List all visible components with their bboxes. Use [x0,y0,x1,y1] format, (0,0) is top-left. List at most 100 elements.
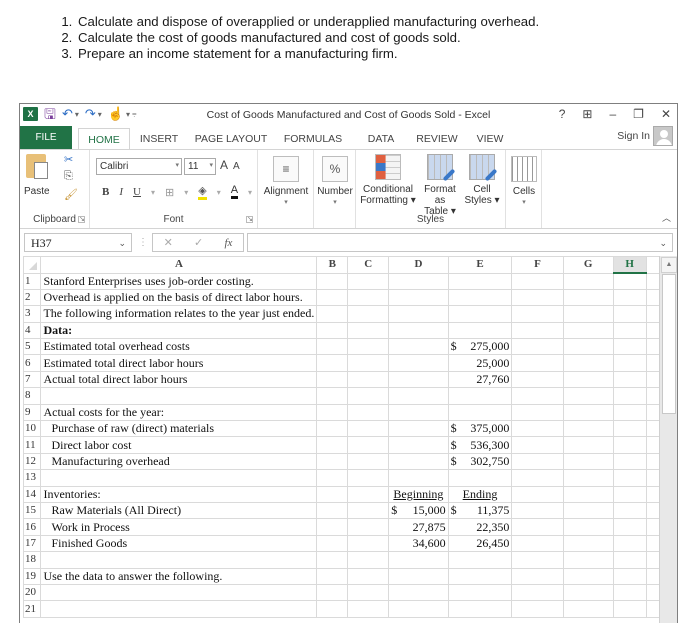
scrollbar-thumb[interactable] [662,274,676,414]
cell-f[interactable] [511,370,564,389]
conditional-formatting-button[interactable]: Conditional Formatting ▾ [360,154,416,206]
collapse-ribbon-icon[interactable]: ︿ [662,211,671,224]
grow-font-button[interactable]: A [220,158,233,172]
cell-d[interactable] [388,600,449,618]
alignment-button[interactable]: ≡ Alignment ▾ [260,156,312,208]
cell-b[interactable] [316,338,349,356]
expand-formula-bar-icon[interactable]: ⌄ [659,238,667,249]
cell-f[interactable] [511,305,564,323]
column-header-g[interactable]: G [562,256,614,274]
cell-h[interactable] [612,469,647,487]
cell-b[interactable] [316,600,349,618]
cell-e[interactable] [447,469,513,487]
tab-insert[interactable]: INSERT [134,128,184,150]
chevron-down-icon[interactable]: ⌄ [118,238,126,249]
cell-f[interactable] [511,420,564,438]
cell-f[interactable] [511,338,564,356]
cell-a[interactable]: Use the data to answer the following. [40,567,318,585]
cell-f[interactable] [511,387,564,405]
close-button[interactable]: ✕ [661,107,671,121]
cell-c[interactable] [347,551,390,569]
tab-page-layout[interactable]: PAGE LAYOUT [192,128,270,150]
row-header[interactable]: 6 [22,354,42,372]
cell-a[interactable]: Estimated total direct labor hours [40,354,318,372]
cell-g[interactable] [562,420,614,438]
cell-h[interactable] [612,338,647,356]
cell-styles-button[interactable]: Cell Styles ▾ [462,154,502,206]
cell-d[interactable]: $15,000 [388,501,449,520]
clipboard-launcher-icon[interactable]: ↘ [78,216,85,223]
cell-b[interactable] [316,272,349,290]
cell-f[interactable] [511,501,564,520]
cell-a[interactable] [40,551,318,569]
cell-h[interactable] [612,485,647,503]
cell-g[interactable] [562,338,614,356]
cell-f[interactable] [511,288,564,307]
cell-g[interactable] [562,567,614,585]
row-header[interactable]: 17 [22,534,42,553]
cell-h[interactable] [612,321,647,340]
cell-f[interactable] [511,485,564,503]
cell-d[interactable] [388,403,449,422]
help-button[interactable]: ? [559,107,566,121]
cell-g[interactable] [562,469,614,487]
cell-b[interactable] [316,534,349,553]
cell-b[interactable] [316,436,349,454]
row-header[interactable]: 4 [22,321,42,340]
cell-g[interactable] [562,534,614,553]
row-header[interactable]: 16 [22,518,42,536]
cell-c[interactable] [347,534,390,553]
cell-b[interactable] [316,501,349,520]
row-header[interactable]: 5 [22,338,42,356]
cell-h[interactable] [612,387,647,405]
sign-in-link[interactable]: Sign In [617,130,650,142]
column-header-h[interactable]: H [612,256,647,274]
cell-a[interactable] [40,387,318,405]
cell-b[interactable] [316,567,349,585]
cell-d[interactable] [388,305,449,323]
cell-b[interactable] [316,469,349,487]
cell-a[interactable]: Actual total direct labor hours [40,370,318,389]
cell-b[interactable] [316,288,349,307]
cell-h[interactable] [612,534,647,553]
cell-c[interactable] [347,583,390,602]
cell-e[interactable] [447,387,513,405]
column-header-d[interactable]: D [388,256,449,274]
cell-c[interactable] [347,354,390,372]
cell-g[interactable] [562,321,614,340]
cell-c[interactable] [347,501,390,520]
cell-e[interactable]: 26,450 [447,534,513,553]
cell-g[interactable] [562,387,614,405]
cell-e[interactable]: 22,350 [447,518,513,536]
column-header-e[interactable]: E [447,256,513,274]
cell-e[interactable] [447,272,513,290]
cell-g[interactable] [562,288,614,307]
underline-dropdown-icon[interactable]: ▾ [151,188,155,197]
cell-f[interactable] [511,600,564,618]
paste-button[interactable]: Paste [24,186,50,197]
cell-d[interactable]: Beginning [388,485,449,503]
column-header-c[interactable]: C [347,256,390,274]
font-size-select[interactable]: 11 ▾ [184,158,216,175]
cell-a[interactable]: Data: [40,321,318,340]
avatar[interactable] [653,126,673,146]
cell-e[interactable]: $11,375 [447,501,513,520]
column-header-f[interactable]: F [511,256,564,274]
cell-a[interactable]: Direct labor cost [40,436,318,454]
cell-f[interactable] [511,567,564,585]
cell-c[interactable] [347,600,390,618]
cell-d[interactable] [388,452,449,471]
tab-data[interactable]: DATA [360,128,402,150]
cell-b[interactable] [316,485,349,503]
cell-d[interactable] [388,469,449,487]
cell-b[interactable] [316,387,349,405]
select-all-button[interactable] [22,256,42,274]
cell-f[interactable] [511,403,564,422]
cell-d[interactable] [388,338,449,356]
tab-home[interactable]: HOME [78,128,130,150]
confirm-entry-icon[interactable]: ✓ [194,236,203,249]
cell-c[interactable] [347,518,390,536]
cell-e[interactable] [447,583,513,602]
cell-b[interactable] [316,518,349,536]
cell-a[interactable]: Manufacturing overhead [40,452,318,471]
